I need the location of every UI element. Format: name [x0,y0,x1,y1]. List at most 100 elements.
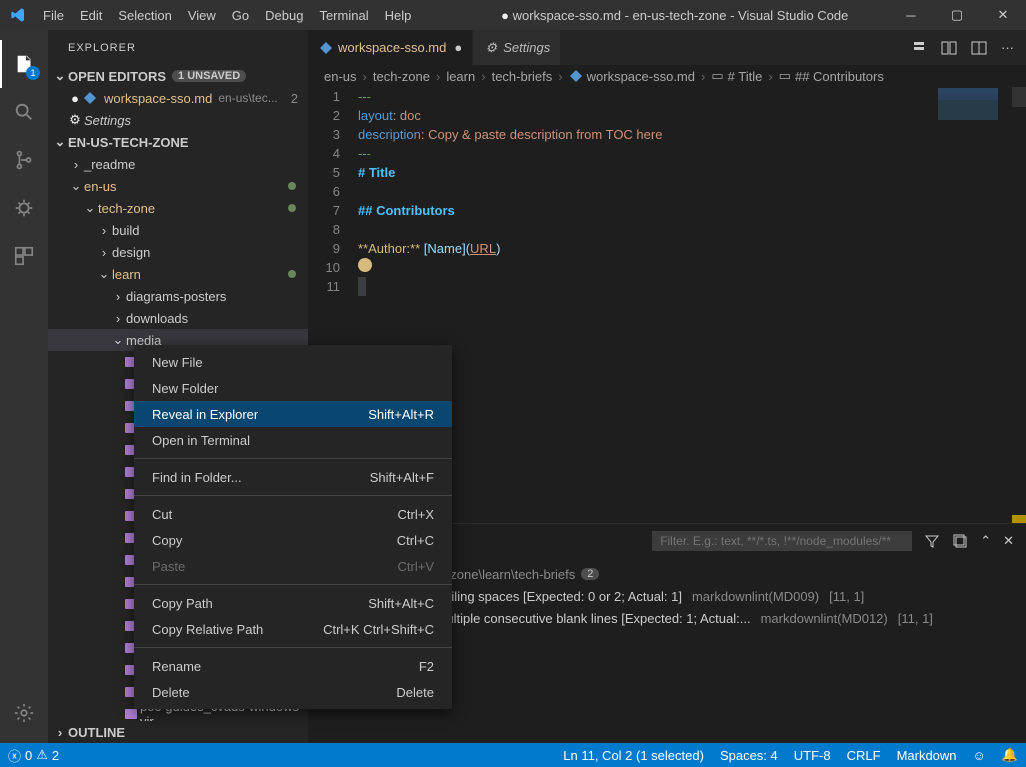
chevron-right-icon: › [68,157,84,172]
menu-selection[interactable]: Selection [110,8,179,23]
panel-maximize-icon[interactable]: ⌃ [980,533,991,549]
split-editor-icon[interactable] [971,40,987,56]
markdown-icon [569,69,583,83]
ctx-copy-path[interactable]: Copy PathShift+Alt+C [134,590,452,616]
markdown-icon [318,41,334,55]
menu-file[interactable]: File [35,8,72,23]
open-editor-item[interactable]: ⚙ Settings [48,109,308,131]
status-errors[interactable]: ⓧ0⚠2 [0,746,67,765]
breadcrumb-item[interactable]: learn [446,69,475,84]
ctx-paste: PasteCtrl+V [134,553,452,579]
folder-label: EN-US-TECH-ZONE [68,135,189,150]
menu-terminal[interactable]: Terminal [311,8,376,23]
activity-extensions[interactable] [0,232,48,280]
open-changes-icon[interactable] [911,40,927,56]
status-eol[interactable]: CRLF [839,747,889,763]
window-close[interactable]: ✕ [980,0,1026,30]
git-modified-icon [288,204,296,212]
ctx-copy-relative-path[interactable]: Copy Relative PathCtrl+K Ctrl+Shift+C [134,616,452,642]
filter-icon[interactable] [924,533,940,549]
open-editor-item[interactable]: ● workspace-sso.md en-us\tec... 2 [48,87,308,109]
activity-explorer[interactable]: 1 [0,40,48,88]
breadcrumb-item[interactable]: tech-zone [373,69,430,84]
ctx-cut[interactable]: CutCtrl+X [134,501,452,527]
ctx-reveal-in-explorer[interactable]: Reveal in ExplorerShift+Alt+R [134,401,452,427]
close-icon[interactable]: ⚙ [68,112,82,128]
activity-settings[interactable] [0,689,48,737]
activity-debug[interactable] [0,184,48,232]
tree-folder[interactable]: ›diagrams-posters [48,285,308,307]
tab-settings[interactable]: ⚙ Settings [473,30,561,65]
chevron-right-icon: › [110,311,126,326]
breadcrumb-item[interactable]: workspace-sso.md [587,69,695,84]
status-selection[interactable]: Ln 11, Col 2 (1 selected) [555,747,712,763]
title-bar: File Edit Selection View Go Debug Termin… [0,0,1026,30]
open-editors-header[interactable]: ⌄ OPEN EDITORS 1 UNSAVED [48,65,308,87]
outline-header[interactable]: › OUTLINE [48,721,308,743]
tree-folder[interactable]: ⌄en-us [48,175,308,197]
ctx-find-in-folder[interactable]: Find in Folder...Shift+Alt+F [134,464,452,490]
title-suffix: - en-us-tech-zone - Visual Studio Code [625,8,849,23]
error-icon: ⓧ [8,746,21,765]
breadcrumb-item[interactable]: en-us [324,69,357,84]
ctx-new-file[interactable]: New File [134,349,452,375]
gear-icon: ⚙ [483,40,499,56]
status-language[interactable]: Markdown [889,747,965,763]
breadcrumb-item[interactable]: tech-briefs [492,69,553,84]
status-bell-icon[interactable]: 🔔 [994,747,1026,763]
tree-folder[interactable]: ›design [48,241,308,263]
status-feedback-icon[interactable]: ☺ [965,747,994,763]
menu-debug[interactable]: Debug [257,8,311,23]
dirty-indicator-icon: ● [501,8,509,23]
collapse-all-icon[interactable] [952,533,968,549]
tree-folder[interactable]: ⌄tech-zone [48,197,308,219]
problem-position: [11, 1] [829,589,864,604]
window-minimize[interactable]: ─ [888,0,934,30]
ctx-copy[interactable]: CopyCtrl+C [134,527,452,553]
status-indentation[interactable]: Spaces: 4 [712,747,786,763]
chevron-down-icon: ⌄ [82,200,98,216]
menu-edit[interactable]: Edit [72,8,110,23]
activity-source-control[interactable] [0,136,48,184]
tree-folder[interactable]: ›_readme [48,153,308,175]
sidebar-title: EXPLORER [48,30,308,65]
ctx-open-in-terminal[interactable]: Open in Terminal [134,427,452,453]
tree-folder[interactable]: ⌄learn [48,263,308,285]
ctx-delete[interactable]: DeleteDelete [134,679,452,705]
tab-workspace-sso[interactable]: workspace-sso.md ● [308,30,473,65]
chevron-right-icon: › [96,245,112,260]
open-editors-label: OPEN EDITORS [68,69,166,84]
open-preview-icon[interactable] [941,40,957,56]
chevron-down-icon: ⌄ [52,134,68,150]
scrollbar-thumb[interactable] [1012,87,1026,107]
dirty-dot-icon: ● [68,91,82,106]
activity-search[interactable] [0,88,48,136]
breadcrumb-item[interactable]: ## Contributors [795,69,884,84]
breadcrumb-item[interactable]: # Title [728,69,763,84]
chevron-down-icon: ⌄ [68,178,84,194]
dirty-dot-icon[interactable]: ● [454,40,462,55]
lightbulb-icon[interactable] [358,258,372,272]
menu-go[interactable]: Go [224,8,257,23]
chevron-right-icon: › [110,289,126,304]
symbol-icon: ▭ [779,68,791,84]
menu-help[interactable]: Help [377,8,420,23]
tab-label: workspace-sso.md [338,40,446,55]
ctx-rename[interactable]: RenameF2 [134,653,452,679]
breadcrumbs[interactable]: en-us› tech-zone› learn› tech-briefs› wo… [308,65,1026,87]
open-editor-count: 2 [291,91,298,106]
ctx-new-folder[interactable]: New Folder [134,375,452,401]
folder-header[interactable]: ⌄ EN-US-TECH-ZONE [48,131,308,153]
code-content[interactable]: --- layout: doc description: Copy & past… [358,87,1026,523]
window-maximize[interactable]: ▢ [934,0,980,30]
status-encoding[interactable]: UTF-8 [786,747,839,763]
tree-folder[interactable]: ›downloads [48,307,308,329]
problems-filter-input[interactable] [652,531,912,551]
activity-bar: 1 [0,30,48,743]
text-cursor [358,277,366,296]
panel-close-icon[interactable]: ✕ [1003,533,1014,549]
status-bar: ⓧ0⚠2 Ln 11, Col 2 (1 selected) Spaces: 4… [0,743,1026,767]
tree-folder[interactable]: ›build [48,219,308,241]
menu-view[interactable]: View [180,8,224,23]
more-actions-icon[interactable]: ··· [1001,40,1014,55]
